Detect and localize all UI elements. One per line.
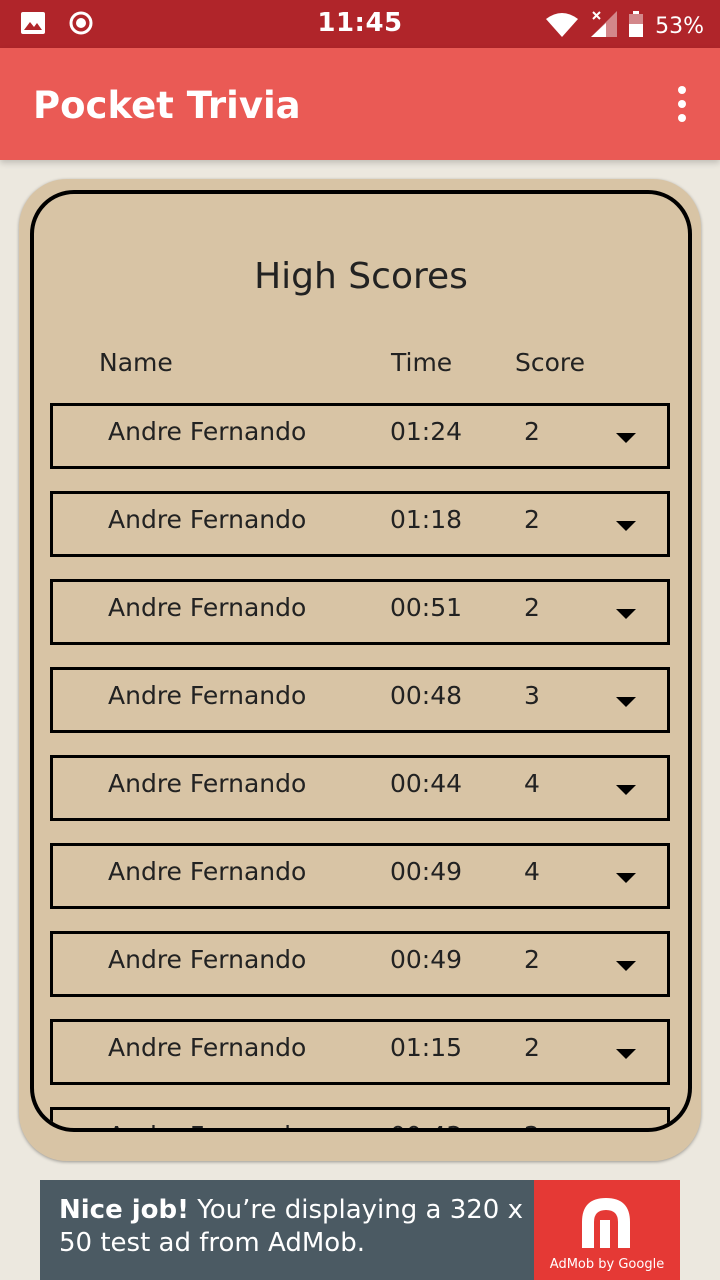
expand-arrow-icon[interactable]: [616, 433, 636, 443]
score-row[interactable]: Andre Fernando 00:51 2: [50, 579, 670, 645]
score-row[interactable]: Andre Fernando 01:24 2: [50, 403, 670, 469]
expand-arrow-icon[interactable]: [616, 697, 636, 707]
expand-arrow-icon[interactable]: [616, 785, 636, 795]
status-bar: 11:45 53%: [0, 0, 720, 48]
row-score: 2: [524, 1121, 540, 1128]
score-row[interactable]: Andre Fernando 00:49 4: [50, 843, 670, 909]
score-row[interactable]: Andre Fernando 00:48 3: [50, 667, 670, 733]
row-time: 01:15: [390, 1033, 463, 1062]
row-name: Andre Fernando: [108, 1033, 307, 1062]
app-bar: Pocket Trivia: [0, 48, 720, 160]
score-list[interactable]: Andre Fernando 01:24 2 Andre Fernando 01:18 2…: [50, 403, 670, 1128]
overflow-menu-icon[interactable]: [672, 86, 692, 122]
admob-icon: [582, 1198, 630, 1248]
signal-icon: [589, 10, 619, 42]
row-time: 00:49: [390, 945, 463, 974]
row-name: Andre Fernando: [108, 769, 307, 798]
row-name: Andre Fernando: [108, 505, 307, 534]
row-score: 2: [524, 945, 540, 974]
column-header-name: Name: [99, 348, 173, 377]
score-row[interactable]: Andre Fernando 00:49 2: [50, 931, 670, 997]
row-time: 00:51: [390, 593, 463, 622]
expand-arrow-icon[interactable]: [616, 609, 636, 619]
row-name: Andre Fernando: [108, 857, 307, 886]
status-right-icons: 53%: [545, 10, 704, 42]
row-score: 2: [524, 593, 540, 622]
admob-by-google: AdMob by Google: [549, 1257, 665, 1272]
row-name: Andre Fernando: [108, 417, 307, 446]
row-score: 3: [524, 681, 540, 710]
app-title: Pocket Trivia: [33, 84, 301, 127]
admob-logo[interactable]: AdMob by Google: [534, 1180, 680, 1280]
ad-text[interactable]: Nice job! You’re displaying a 320 x 50 t…: [59, 1194, 529, 1260]
row-name: Andre Fernando: [108, 593, 307, 622]
expand-arrow-icon[interactable]: [616, 873, 636, 883]
row-time: 01:18: [390, 505, 463, 534]
wifi-icon: [545, 11, 579, 41]
ad-bold-text: Nice job!: [59, 1195, 190, 1225]
battery-icon: [629, 11, 644, 41]
score-row[interactable]: Andre Fernando 00:43 2: [50, 1107, 670, 1128]
row-score: 2: [524, 1033, 540, 1062]
high-scores-card: High Scores Name Time Score Andre Fernan…: [19, 179, 701, 1161]
column-header-time: Time: [391, 348, 453, 377]
score-row[interactable]: Andre Fernando 00:44 4: [50, 755, 670, 821]
expand-arrow-icon[interactable]: [616, 961, 636, 971]
row-score: 2: [524, 417, 540, 446]
high-scores-frame: High Scores Name Time Score Andre Fernan…: [30, 190, 692, 1132]
row-score: 4: [524, 857, 540, 886]
row-time: 00:49: [390, 857, 463, 886]
row-score: 4: [524, 769, 540, 798]
column-header-score: Score: [515, 348, 586, 377]
row-time: 01:24: [390, 417, 463, 446]
ad-banner[interactable]: Nice job! You’re displaying a 320 x 50 t…: [40, 1180, 680, 1280]
row-time: 00:48: [390, 681, 463, 710]
row-name: Andre Fernando: [108, 945, 307, 974]
row-name: Andre Fernando: [108, 1121, 306, 1128]
row-score: 2: [524, 505, 540, 534]
row-time: 00:43: [390, 1121, 462, 1128]
expand-arrow-icon[interactable]: [616, 521, 636, 531]
row-time: 00:44: [390, 769, 463, 798]
row-name: Andre Fernando: [108, 681, 307, 710]
expand-arrow-icon[interactable]: [616, 1049, 636, 1059]
score-row[interactable]: Andre Fernando 01:18 2: [50, 491, 670, 557]
high-scores-heading: High Scores: [254, 256, 468, 297]
score-row[interactable]: Andre Fernando 01:15 2: [50, 1019, 670, 1085]
battery-percent: 53%: [655, 13, 704, 39]
